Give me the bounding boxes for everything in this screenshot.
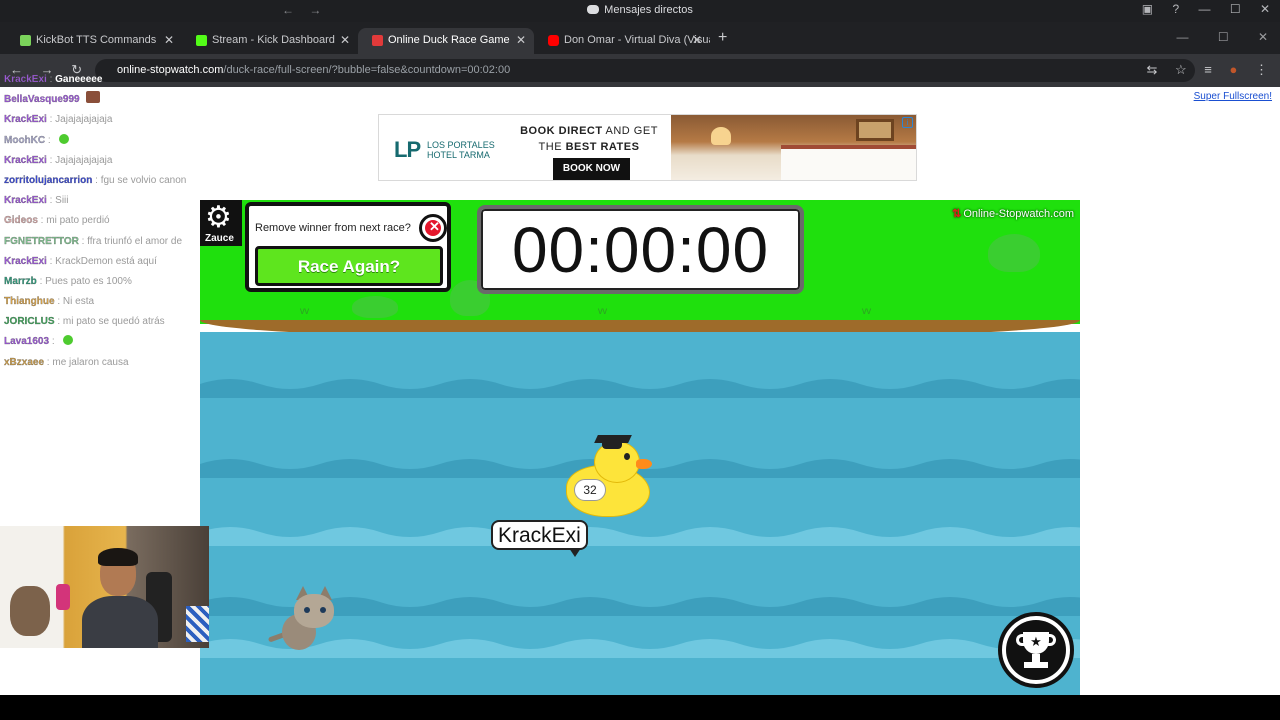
tab-close-icon[interactable]: ✕ — [340, 33, 350, 47]
profile-avatar-icon[interactable]: ● — [1230, 62, 1238, 77]
more-menu-icon[interactable]: ⋮ — [1255, 62, 1268, 77]
chat-message: Marrzb : Pues pato es 100% — [4, 275, 132, 287]
hotel-logo: LP — [394, 137, 421, 162]
race-again-button[interactable]: Race Again? — [255, 246, 443, 286]
tab-close-icon[interactable]: ✕ — [164, 33, 174, 47]
bookmark-star-icon[interactable]: ☆ — [1175, 62, 1187, 77]
stream-chat-overlay: KrackExi : Ganeeeee BellaVasque999 Krack… — [4, 70, 224, 373]
url-field[interactable]: online-stopwatch.com/duck-race/full-scre… — [95, 59, 1195, 82]
leaderboard-button[interactable]: ★ — [998, 612, 1074, 688]
book-now-button[interactable]: BOOK NOW — [553, 158, 630, 180]
close-icon: ✕ — [429, 219, 440, 234]
close-button[interactable]: ✕ — [1260, 2, 1270, 16]
inbox-icon[interactable]: ▣ — [1142, 2, 1153, 16]
tab-label: Don Omar - Virtual Diva (Visual — [564, 34, 710, 46]
tab-duck-race[interactable]: Online Duck Race Game ✕ — [358, 28, 534, 54]
chat-message: Gideos : mi pato perdió — [4, 215, 110, 227]
chat-message: xBzxaee : me jalaron causa — [4, 356, 129, 368]
letterbox-bottom — [0, 695, 1280, 720]
browser-maximize-button[interactable]: ☐ — [1218, 30, 1229, 44]
window-title-text: Mensajes directos — [604, 4, 693, 16]
discord-icon — [587, 5, 600, 14]
hotel-room-image — [671, 115, 916, 180]
brand-arrows-icon: ⇅ — [952, 208, 962, 220]
window-title: Mensajes directos — [0, 4, 1280, 16]
tab-label: Stream - Kick Dashboard — [212, 34, 335, 46]
stopwatch-favicon-icon — [372, 35, 383, 46]
brand-text: Online-Stopwatch.com — [963, 208, 1074, 220]
remove-winner-toggle[interactable]: ✕ — [419, 214, 447, 242]
emote-icon — [85, 91, 100, 104]
maximize-button[interactable]: ☐ — [1230, 2, 1241, 16]
chat-message: zorritolujancarrion : fgu se volvio cano… — [4, 174, 187, 186]
translate-icon[interactable]: ⇆ — [1146, 62, 1157, 77]
app-title-bar: ← → Mensajes directos ▣ ? — ☐ ✕ — [0, 0, 1280, 22]
chat-message: BellaVasque999 — [4, 90, 224, 110]
trophy-icon: ★ — [1023, 632, 1049, 654]
chat-message: JORICLUS : mi pato se quedó atrás — [4, 316, 165, 328]
tab-label: Online Duck Race Game — [388, 34, 510, 46]
toolbar-right: ⇆ ☆ ≡ ● ⋮ — [1132, 62, 1268, 78]
help-icon[interactable]: ? — [1172, 2, 1179, 16]
url-path: /duck-race/full-screen/?bubble=false&cou… — [223, 64, 511, 76]
window-controls: ▣ ? — ☐ ✕ — [1126, 2, 1270, 16]
timer-value: 00:00:00 — [511, 214, 770, 286]
tab-label: KickBot TTS Commands — [36, 34, 157, 46]
youtube-favicon-icon — [548, 35, 559, 46]
ad-headline: BOOK DIRECT AND GET THE BEST RATES — [520, 125, 658, 153]
emote-icon — [63, 335, 74, 346]
microphone-icon — [56, 584, 70, 610]
chat-message: KrackExi : Ganeeeee — [4, 74, 103, 85]
minimize-button[interactable]: — — [1198, 2, 1210, 16]
browser-minimize-button[interactable]: — — [1176, 30, 1188, 44]
cat-overlay — [267, 586, 338, 660]
chat-message: KrackExi : Jajajajajajaja — [4, 114, 113, 126]
browser-close-button[interactable]: ✕ — [1258, 30, 1268, 44]
chat-message: KrackExi : KrackDemon está aquí — [4, 255, 157, 267]
remove-winner-question: Remove winner from next race? — [255, 222, 411, 234]
chat-message: FGNETRETTOR : ffra triunfó el amor de — [4, 235, 183, 247]
browser-window-controls: — ☐ ✕ — [1150, 30, 1268, 44]
tab-close-icon[interactable]: ✕ — [516, 33, 526, 47]
chat-message: KrackExi : Jajajajajajaja — [4, 154, 113, 166]
chat-message: Thianghue : Ni esta — [4, 296, 95, 308]
tab-close-icon[interactable]: ✕ — [692, 33, 702, 47]
winning-duck: 32 — [562, 427, 652, 523]
browser-tab-strip: KickBot TTS Commands ✕ Stream - Kick Das… — [0, 22, 1280, 54]
race-result-panel: Remove winner from next race? ✕ Race Aga… — [245, 202, 451, 292]
tab-kickbot[interactable]: KickBot TTS Commands ✕ — [6, 28, 182, 54]
kickbot-favicon-icon — [20, 35, 31, 46]
new-tab-button[interactable]: + — [718, 29, 727, 47]
chat-message: KrackExi : Siii — [4, 195, 69, 207]
wave-band — [200, 379, 1080, 398]
ad-info-icon[interactable]: i — [902, 117, 913, 128]
hotel-ad-banner[interactable]: LP LOS PORTALES HOTEL TARMA BOOK DIRECT A… — [378, 114, 917, 181]
chat-message: MoohKC : — [4, 131, 224, 151]
webcam-overlay — [0, 526, 209, 648]
tab-kick-dashboard[interactable]: Stream - Kick Dashboard ✕ — [182, 28, 358, 54]
hotel-name: LOS PORTALES HOTEL TARMA — [427, 140, 495, 160]
super-fullscreen-link[interactable]: Super Fullscreen! — [1194, 91, 1272, 102]
chat-message: Lava1603 : — [4, 332, 224, 352]
stopwatch-brand-link[interactable]: ⇅ Online-Stopwatch.com — [952, 207, 1074, 220]
reading-list-icon[interactable]: ≡ — [1204, 62, 1212, 77]
kick-favicon-icon — [196, 35, 207, 46]
race-timer: 00:00:00 — [477, 205, 804, 294]
duck-name-bubble: KrackExi — [491, 520, 588, 557]
duck-number: 32 — [574, 479, 606, 501]
emote-icon — [59, 133, 70, 144]
wave-band — [200, 527, 1080, 546]
tab-youtube-don-omar[interactable]: Don Omar - Virtual Diva (Visual ✕ — [534, 28, 710, 54]
